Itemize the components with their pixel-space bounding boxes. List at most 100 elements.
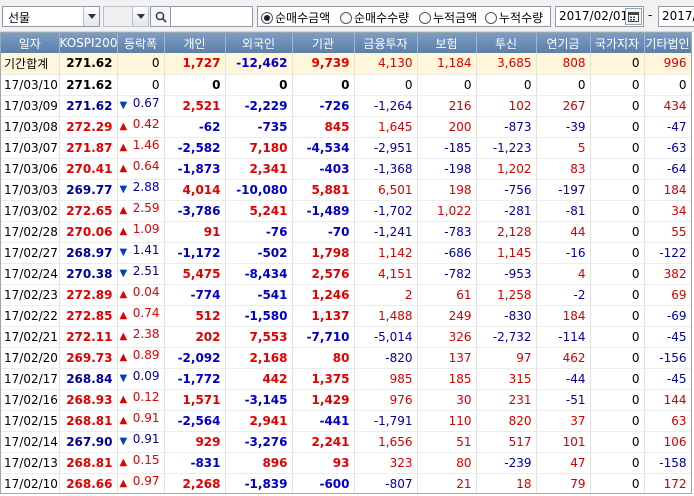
cell-foreigner: -1,839 [225,473,293,493]
column-header-government[interactable]: 국가지자 [590,33,645,53]
cell-other-corporations: -64 [644,158,691,180]
change-value: 0.91 [132,432,160,446]
radio-net-buy-quantity[interactable]: 순매수수량 [340,9,409,25]
cell-change: ▲ 1.09 [117,221,165,243]
cell-institution: 1,375 [292,368,355,390]
column-header-individual[interactable]: 개인 [164,33,226,53]
summary-row[interactable]: 기간합계 271.62 0 1,727 -12,462 9,739 4,130 1,184 3,… [1,53,691,75]
radio-net-buy-amount[interactable]: 순매수금액 [261,9,330,25]
cell-institution: -441 [292,410,355,432]
table-row[interactable]: 17/02/14 267.90 ▼ 0.91 929 -3,276 2,241 1,656 51… [1,431,691,453]
cell-insurance: 80 [417,452,477,474]
cell-other-corporations: -63 [644,137,691,159]
cell-institution: 0 [292,74,355,96]
cell-financial-investment: -1,368 [354,158,418,180]
table-row[interactable]: 17/02/21 272.11 ▲ 2.38 202 7,553 -7,710 -5,014 3… [1,326,691,348]
cell-institution: -1,489 [292,200,355,222]
column-header-investment-trust[interactable]: 투신 [476,33,537,53]
cell-institution: 2,576 [292,263,355,285]
table-row[interactable]: 17/02/27 268.97 ▼ 1.41 -1,172 -502 1,798 1,142-… [1,242,691,264]
table-row[interactable]: 17/02/22 272.85 ▲ 0.74 512 -1,580 1,137 1,488 24… [1,305,691,327]
cell-pension-fund: 101 [536,431,591,453]
table-row[interactable]: 17/02/10 268.66 ▲ 0.97 2,268 -1,839 -600 -807 21… [1,473,691,493]
radio-label: 누적금액 [433,11,478,25]
down-arrow-icon: ▼ [119,268,128,279]
table-row[interactable]: 17/02/16 268.93 ▲ 0.12 1,571 -3,145 1,429 976 30… [1,389,691,411]
cell-institution: 80 [292,347,355,369]
table-row[interactable]: 17/03/09 271.62 ▼ 0.67 2,521 -2,229 -726 -1,264… [1,95,691,117]
cell-change: ▲ 2.59 [117,200,165,222]
table-row[interactable]: 17/03/10 271.62 0 0 0 0 0 0 0 0 0 0 [1,74,691,96]
cell-government: 0 [590,200,645,222]
table-row[interactable]: 17/03/02 272.65 ▲ 2.59 -3,786 5,241 -1,489 -1,7… [1,200,691,222]
cell-pension-fund: 83 [536,158,591,180]
start-date-field[interactable]: 2017/02/01 [555,6,644,27]
table-row[interactable]: 17/02/23 272.89 ▲ 0.04 -774 -541 1,246 2 61 1,258… [1,284,691,306]
cell-individual: 929 [164,431,226,453]
code-input[interactable] [170,6,253,27]
sub-select[interactable] [103,6,149,27]
calendar-button[interactable] [625,8,642,25]
search-icon [155,11,167,23]
cell-institution: -70 [292,221,355,243]
table-row[interactable]: 17/02/24 270.38 ▼ 2.51 5,475 -8,434 2,576 4,151… [1,263,691,285]
change-value: 1.09 [132,222,160,236]
table-row[interactable]: 17/02/15 268.81 ▲ 0.91 -2,564 2,941 -441 -1,791… [1,410,691,432]
cell-individual: -3,786 [164,200,226,222]
cell-individual: 2,521 [164,95,226,117]
table-row[interactable]: 17/03/08 272.29 ▲ 0.42 -62 -735 845 1,645 200 -87… [1,116,691,138]
cell-foreigner: 2,341 [225,158,293,180]
market-select-value: 선물 [8,11,31,25]
cell-financial-investment: -1,241 [354,221,418,243]
end-date-field[interactable]: 2017/0 [658,6,694,27]
table-row[interactable]: 17/03/06 270.41 ▲ 0.64 -1,873 2,341 -403 -1,368… [1,158,691,180]
cell-other-corporations: 55 [644,221,691,243]
cell-date: 17/02/10 [1,473,60,493]
chevron-down-icon[interactable] [83,7,99,26]
chevron-down-icon[interactable] [132,7,148,26]
table-row[interactable]: 17/02/20 269.73 ▲ 0.89 -2,092 2,168 80 -820 137 9… [1,347,691,369]
cell-kospi200: 268.66 [59,473,118,493]
column-header-kospi200[interactable]: KOSPI200 [59,33,118,53]
market-select[interactable]: 선물 [2,6,100,27]
cell-investment-trust: 1,202 [476,158,537,180]
cell-other-corporations: -69 [644,305,691,327]
cell-individual: 2,268 [164,473,226,493]
cell-foreigner: -12,462 [225,53,293,75]
cell-change: ▲ 0.04 [117,284,165,306]
cell-other-corporations: -158 [644,452,691,474]
table-row[interactable]: 17/03/03 269.77 ▼ 2.88 4,014 -10,080 5,881 6,50… [1,179,691,201]
column-header-insurance[interactable]: 보험 [417,33,477,53]
cell-investment-trust: -281 [476,200,537,222]
column-header-institution[interactable]: 기관 [292,33,355,53]
cell-foreigner: -8,434 [225,263,293,285]
column-header-other-corporations[interactable]: 기타법인 [644,33,691,53]
search-button[interactable] [150,6,170,27]
cell-financial-investment: 1,488 [354,305,418,327]
table-row[interactable]: 17/02/17 268.84 ▼ 0.09 -1,772 442 1,375 985 185 3… [1,368,691,390]
radio-cumulative-amount[interactable]: 누적금액 [419,9,477,25]
cell-pension-fund: -39 [536,116,591,138]
cell-other-corporations: 0 [644,74,691,96]
cell-change: 0 [117,53,165,75]
cell-investment-trust: 18 [476,473,537,493]
column-header-foreigner[interactable]: 외국인 [225,33,293,53]
cell-investment-trust: 3,685 [476,53,537,75]
down-arrow-icon: ▼ [119,373,128,384]
cell-kospi200: 272.29 [59,116,118,138]
column-header-financial-investment[interactable]: 금융투자 [354,33,418,53]
radio-cumulative-quantity[interactable]: 누적수량 [485,9,543,25]
cell-institution: 5,881 [292,179,355,201]
change-value: 0.97 [132,474,160,488]
cell-other-corporations: 69 [644,284,691,306]
column-header-pension-fund[interactable]: 연기금 [536,33,591,53]
cell-financial-investment: -1,702 [354,200,418,222]
table-row[interactable]: 17/03/07 271.87 ▲ 1.46 -2,582 7,180 -4,534 -2,9… [1,137,691,159]
column-header-change[interactable]: 등락폭 [117,33,165,53]
cell-kospi200: 268.93 [59,389,118,411]
column-header-date[interactable]: 일자 [1,33,60,53]
table-row[interactable]: 17/02/28 270.06 ▲ 1.09 91 -76 -70 -1,241 -783 2,1… [1,221,691,243]
change-value: 0.09 [132,369,160,383]
table-row[interactable]: 17/02/13 268.81 ▲ 0.15 -831 896 93 323 80 -239 47 0… [1,452,691,474]
cell-pension-fund: 44 [536,221,591,243]
